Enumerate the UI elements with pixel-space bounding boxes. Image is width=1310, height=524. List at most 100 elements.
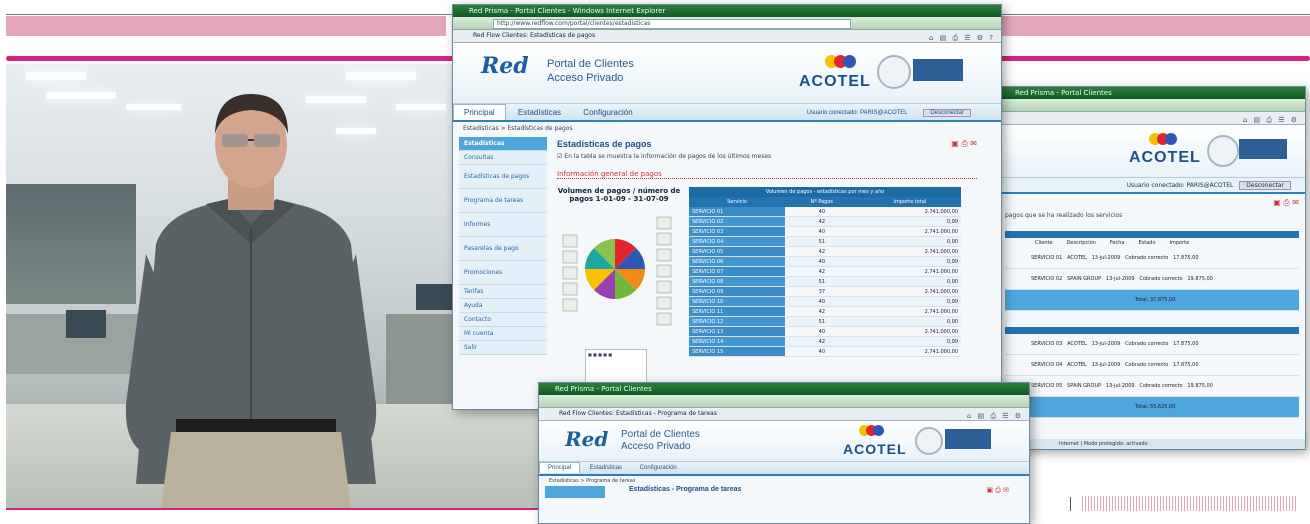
payment-count-cell: 40 <box>785 226 859 237</box>
payment-count-cell: 42 <box>785 216 859 227</box>
service-name-cell: SERVICIO 03 <box>689 226 785 237</box>
pie-slices <box>585 239 645 299</box>
partner-logo <box>1239 139 1287 159</box>
browser-window-main[interactable]: Red Prisma - Portal Clientes - Windows I… <box>452 4 1002 410</box>
table-row[interactable]: SERVICIO 03 ACOTEL 13-jul-2009 Cobrado c… <box>1005 334 1299 355</box>
table-row[interactable]: SERVICIO 05 SPAIN GROUP 13-jul-2009 Cobr… <box>1005 376 1299 397</box>
sidebar-item[interactable]: Promociones <box>459 261 547 285</box>
table-row[interactable]: SERVICIO 15 40 2.741.000,00 <box>689 346 961 357</box>
logout-button[interactable]: Desconectar <box>1239 181 1291 190</box>
table-row[interactable]: SERVICIO 01 40 2.741.000,00 <box>689 207 961 217</box>
content-note: ☑ En la tabla se muestra la información … <box>557 153 772 160</box>
sidebar-item[interactable]: Informes <box>459 213 547 237</box>
striped-band <box>1082 496 1296 511</box>
service-name-cell: SERVICIO 09 <box>689 286 785 297</box>
table-row[interactable]: SERVICIO 04 51 0,00 <box>689 236 961 247</box>
table-row[interactable]: SERVICIO 09 37 2.741.000,00 <box>689 286 961 297</box>
amount-cell: 0,00 <box>858 276 961 287</box>
tab-bar[interactable]: Red Flow Clientes: Estadísticas de pagos… <box>453 30 1001 43</box>
browser-tab[interactable]: Red Flow Clientes: Estadísticas de pagos <box>473 32 595 39</box>
action-icons[interactable]: ▣ ⎙ ✉ <box>951 139 977 149</box>
tab-estadisticas[interactable]: Estadísticas <box>582 463 630 473</box>
amount-cell: 0,00 <box>858 316 961 327</box>
partner-logo <box>913 59 963 81</box>
table-header-band <box>1005 327 1299 334</box>
table-header-band <box>1005 231 1299 238</box>
chart-title: Volumen de pagos / número de pagos 1-01-… <box>557 187 681 203</box>
payment-count-cell: 51 <box>785 236 859 247</box>
portal-header: Red Portal de Clientes Acceso Privado AC… <box>453 43 1001 104</box>
amount-cell: 0,00 <box>858 216 961 227</box>
amount-cell: 0,00 <box>858 336 961 347</box>
data-table-panel: Volumen de pagos - estadísticas por mes … <box>689 187 961 357</box>
column-header: Nº Pagos <box>785 197 859 207</box>
tab-principal[interactable]: Principal <box>539 462 581 473</box>
brand-logo: ACOTEL <box>1129 149 1201 166</box>
table-row[interactable]: SERVICIO 03 40 2.741.000,00 <box>689 226 961 237</box>
sidebar-item[interactable]: Estadísticas de pagos <box>459 165 547 189</box>
tab-configuracion[interactable]: Configuración <box>632 463 685 473</box>
tab-bar[interactable]: Red Flow Clientes: Estadísticas - Progra… <box>539 408 1029 421</box>
logout-button[interactable]: Desconectar <box>923 109 971 117</box>
table-row[interactable]: SERVICIO 11 42 2.741.000,00 <box>689 306 961 317</box>
brand-circles-icon <box>859 425 884 436</box>
table-row[interactable]: SERVICIO 10 40 0,00 <box>689 296 961 307</box>
sidebar-item[interactable]: Ayuda <box>459 299 547 313</box>
sidebar-item[interactable] <box>545 486 605 498</box>
address-bar[interactable] <box>999 99 1305 112</box>
portal-title: Portal de Clientes Acceso Privado <box>621 429 700 452</box>
action-icons[interactable]: ▣ ⎙ ✉ <box>986 486 1009 495</box>
column-headers: Cliente Descripción Fecha Estado Importe <box>1035 240 1190 246</box>
accent-line-right <box>1000 56 1310 61</box>
pie-chart-panel: Volumen de pagos / número de pagos 1-01-… <box>557 187 681 391</box>
url-field[interactable]: http://www.redflow.com/portal/clientes/e… <box>493 19 851 29</box>
table-row[interactable]: SERVICIO 14 42 0,00 <box>689 336 961 347</box>
user-info: Usuario conectado: PARIS@ACOTEL Desconec… <box>797 107 971 119</box>
tab-principal[interactable]: Principal <box>453 104 506 120</box>
table-row[interactable]: SERVICIO 02 42 0,00 <box>689 216 961 227</box>
table-row[interactable]: SERVICIO 05 42 2.741.000,00 <box>689 246 961 257</box>
pie-labels-left <box>562 234 578 312</box>
table-row[interactable]: SERVICIO 12 51 0,00 <box>689 316 961 327</box>
sidebar-item[interactable]: Programa de tareas <box>459 189 547 213</box>
brand-circles-icon <box>1149 133 1177 145</box>
tab-estadisticas[interactable]: Estadísticas <box>508 105 571 120</box>
table-row[interactable]: SERVICIO 01 ACOTEL 13-jul-2009 Cobrado c… <box>1005 248 1299 269</box>
browser-tab[interactable]: Red Flow Clientes: Estadísticas - Progra… <box>559 410 717 417</box>
table-row[interactable]: SERVICIO 02 SPAIN GROUP 13-jul-2009 Cobr… <box>1005 269 1299 290</box>
service-name-cell: SERVICIO 10 <box>689 296 785 307</box>
portal-header: ACOTEL <box>999 125 1305 178</box>
amount-cell: 2.741.000,00 <box>858 207 961 217</box>
brand-logo: ACOTEL <box>799 73 871 90</box>
table-row[interactable]: SERVICIO 08 51 0,00 <box>689 276 961 287</box>
table-row[interactable]: SERVICIO 13 40 2.741.000,00 <box>689 326 961 337</box>
content-title: Estadísticas de pagos <box>557 139 652 149</box>
table-row[interactable]: SERVICIO 04 ACOTEL 13-jul-2009 Cobrado c… <box>1005 355 1299 376</box>
sidebar-item[interactable]: Pasarelas de pago <box>459 237 547 261</box>
sidebar-item[interactable]: Contacto <box>459 313 547 327</box>
tab-bar[interactable]: ⌂ ▤ ⎙ ☰ ⚙ <box>999 112 1305 125</box>
sidebar-item[interactable]: Salir <box>459 341 547 355</box>
browser-window-bottom[interactable]: Red Prisma - Portal Clientes Red Flow Cl… <box>538 382 1030 524</box>
main-content: Estadísticas de pagos ▣ ⎙ ✉ ☑ En la tabl… <box>557 139 977 391</box>
seal-icon <box>1207 135 1239 167</box>
payment-count-cell: 37 <box>785 286 859 297</box>
amount-cell: 2.741.000,00 <box>858 226 961 237</box>
table-row[interactable]: SERVICIO 06 40 0,00 <box>689 256 961 267</box>
payment-count-cell: 40 <box>785 296 859 307</box>
sidebar-item[interactable]: Estadísticas <box>459 137 547 151</box>
browser-window-back[interactable]: Red Prisma - Portal Clientes ⌂ ▤ ⎙ ☰ ⚙ A… <box>998 86 1306 450</box>
address-bar[interactable] <box>539 395 1029 408</box>
action-icons[interactable]: ▣ ⎙ ✉ <box>1005 198 1299 208</box>
sidebar-item[interactable]: Mi cuenta <box>459 327 547 341</box>
service-name-cell: SERVICIO 04 <box>689 236 785 247</box>
payment-count-cell: 42 <box>785 246 859 257</box>
tab-configuracion[interactable]: Configuración <box>573 105 642 120</box>
table-row[interactable]: SERVICIO 07 42 2.741.000,00 <box>689 266 961 277</box>
sidebar-item[interactable]: Tarifas <box>459 285 547 299</box>
service-name-cell: SERVICIO 02 <box>689 216 785 227</box>
content-note: pagos que se ha realizado los servicios <box>1005 212 1123 219</box>
sidebar-item[interactable]: Consultas <box>459 151 547 165</box>
address-bar[interactable]: http://www.redflow.com/portal/clientes/e… <box>453 17 1001 30</box>
service-name-cell: SERVICIO 06 <box>689 256 785 267</box>
